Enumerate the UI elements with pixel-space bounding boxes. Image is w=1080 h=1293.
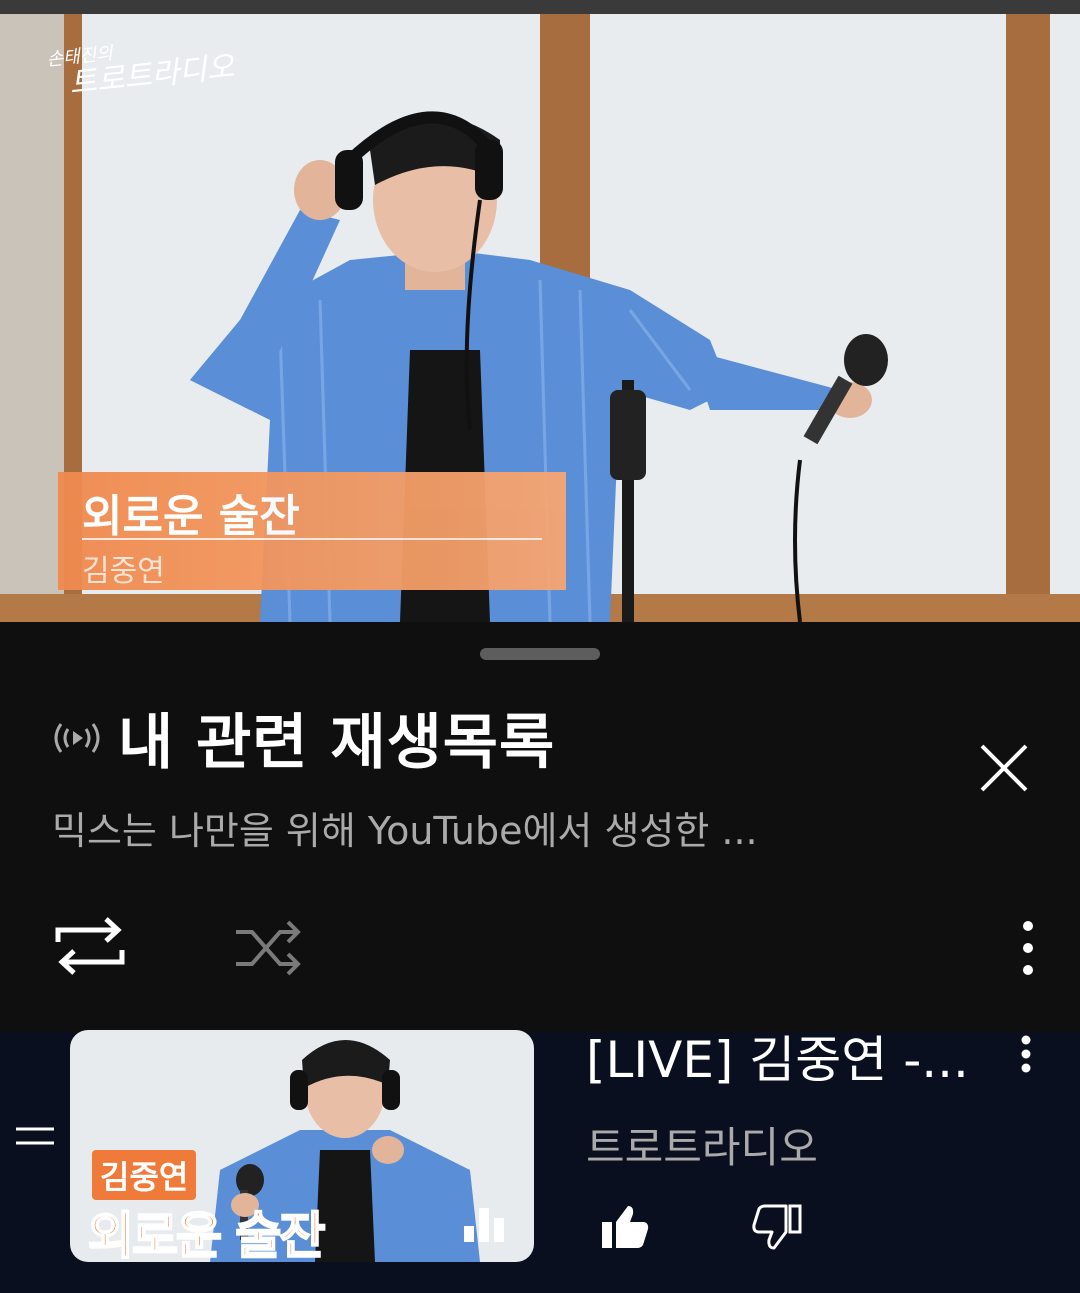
more-vert-icon[interactable] (1008, 918, 1048, 980)
sheet-header: 내 관련 재생목록 (52, 694, 555, 781)
shuffle-icon[interactable] (232, 916, 304, 980)
video-player[interactable]: 손태진의 트로트라디오 외로운 술잔 김중연 (0, 0, 1080, 622)
sheet-subtitle[interactable]: 믹스는 나만을 위해 YouTube에서 생성한 ... (52, 800, 758, 855)
item-channel[interactable]: 트로트라디오 (586, 1114, 818, 1175)
more-vert-icon[interactable] (1012, 1034, 1040, 1074)
playlist-sheet: 내 관련 재생목록 믹스는 나만을 위해 YouTube에서 생성한 ... (0, 622, 1080, 1032)
caption-divider (82, 538, 542, 540)
wall-left (0, 14, 64, 622)
equalizer-icon (464, 1208, 504, 1242)
thumbnail-artist-label: 김중연 (92, 1150, 197, 1200)
playlist-item[interactable]: 김중연 외로운 술잔 [LIVE] 김중연 -... 트로트라디오 (0, 1030, 1080, 1293)
mix-radio-icon (54, 722, 100, 753)
thumbnail-song-label: 외로운 술잔 (87, 1206, 326, 1262)
repeat-icon[interactable] (52, 914, 128, 978)
lower-third-caption: 외로운 술잔 김중연 (58, 472, 566, 590)
video-thumbnail[interactable]: 김중연 외로운 술잔 (70, 1030, 534, 1262)
close-icon[interactable] (972, 736, 1036, 800)
caption-artist: 김중연 (82, 554, 165, 589)
microphone-stand (610, 334, 888, 622)
caption-song-title: 외로운 술잔 (82, 491, 300, 542)
window-frame (1006, 14, 1050, 622)
status-strip (0, 0, 1080, 14)
sheet-drag-handle[interactable] (480, 648, 600, 660)
item-title[interactable]: [LIVE] 김중연 -... (586, 1020, 969, 1092)
drag-handle-icon[interactable] (14, 1122, 56, 1152)
studio-window (1050, 14, 1080, 622)
thumb-down-icon[interactable] (752, 1204, 802, 1250)
sheet-title: 내 관련 재생목록 (118, 708, 556, 778)
thumb-up-icon[interactable] (600, 1204, 650, 1250)
